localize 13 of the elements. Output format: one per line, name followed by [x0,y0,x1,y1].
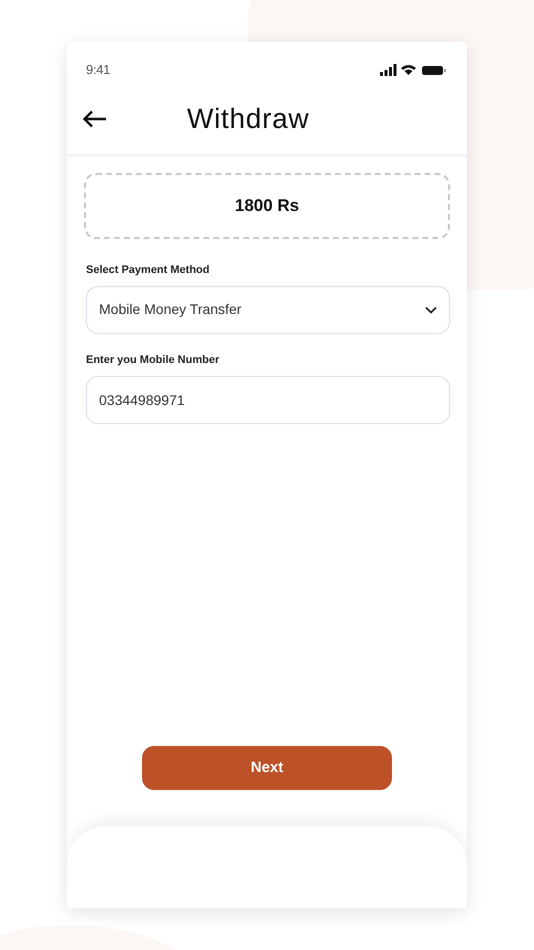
back-arrow-icon[interactable] [83,110,107,128]
next-button[interactable]: Next [142,746,392,790]
field-label: Select Payment Method [86,263,210,278]
screen-title: Withdraw [187,102,310,136]
signal-icon [380,64,396,76]
chevron-down-icon [425,306,437,314]
status-time: 9:41 [86,61,110,79]
amount-box: 1800 Rs [84,173,450,239]
battery-icon [422,66,446,75]
field-label: Enter you Mobile Number [86,352,220,368]
wifi-icon [401,64,416,75]
payment-method-dropdown[interactable]: Mobile Money Transfer [86,286,450,334]
mobile-number-field[interactable]: 03344989971 [86,376,450,424]
